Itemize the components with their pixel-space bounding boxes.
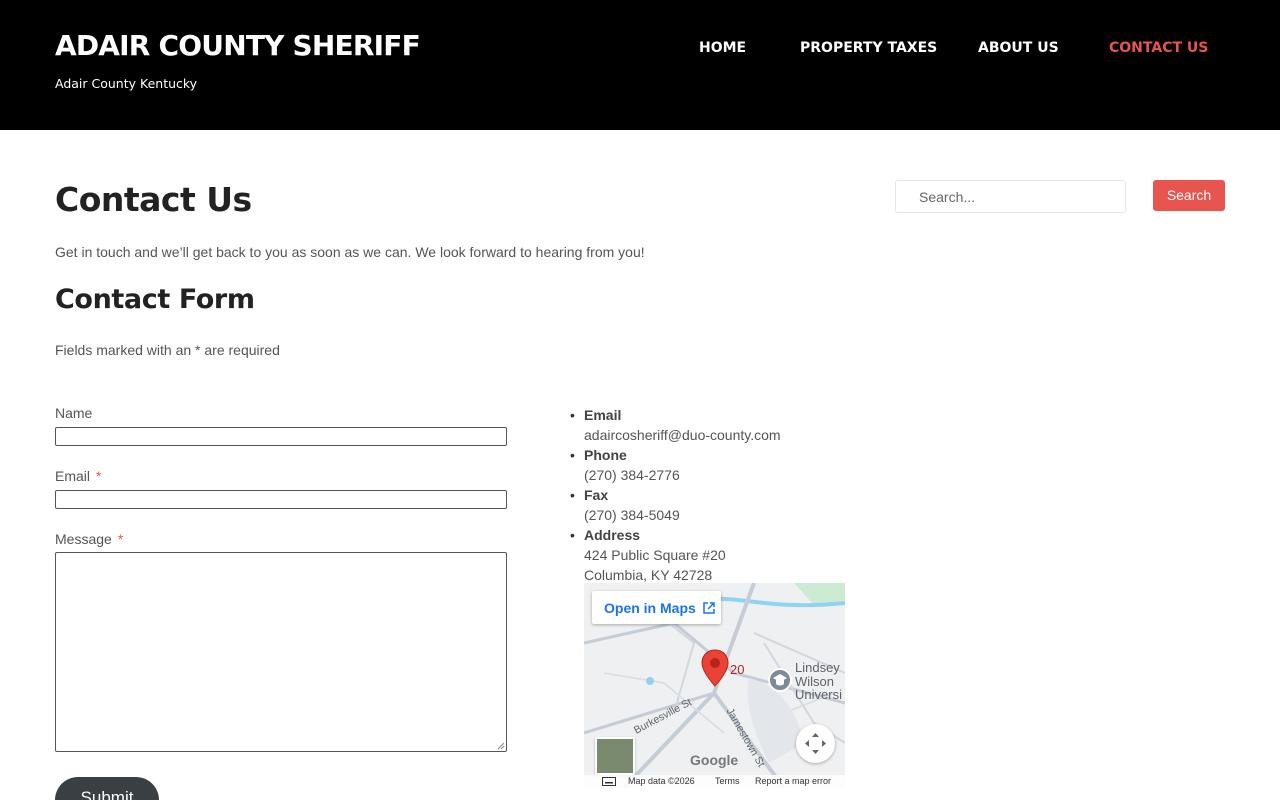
- name-label: Name: [55, 405, 92, 421]
- map-terms-link[interactable]: Terms: [715, 776, 740, 786]
- contact-info-phone: Phone (270) 384-2776: [570, 445, 781, 485]
- fullscreen-icon: [805, 733, 826, 754]
- google-logo-text: Google: [690, 752, 739, 768]
- info-label: Email: [584, 407, 622, 423]
- required-star: *: [96, 468, 102, 484]
- contact-info-email: Email adaircosheriff@duo-county.com: [570, 405, 781, 445]
- email-label: Email *: [55, 468, 101, 484]
- contact-info-address: Address 424 Public Square #20 Columbia, …: [570, 525, 781, 585]
- info-label: Address: [584, 527, 641, 543]
- nav-item-about-us[interactable]: ABOUT US: [978, 40, 1059, 56]
- info-label: Phone: [584, 447, 627, 463]
- required-note: Fields marked with an * are required: [55, 342, 280, 358]
- map-pin-label: 20: [730, 662, 745, 677]
- map-poi-label[interactable]: Lindsey Wilson Universi: [795, 661, 842, 702]
- nav-item-contact-us[interactable]: CONTACT US: [1109, 40, 1208, 56]
- search-input[interactable]: [895, 180, 1126, 213]
- message-label-text: Message: [55, 531, 112, 547]
- map-report-link[interactable]: Report a map error: [755, 776, 831, 786]
- embedded-map[interactable]: Open in Maps 20 Lindsey Wilson Universi …: [584, 583, 845, 788]
- info-value: 424 Public Square #20: [584, 547, 726, 563]
- message-textarea[interactable]: [55, 552, 507, 752]
- map-data-text: Map data ©2026: [628, 776, 695, 786]
- form-title: Contact Form: [55, 284, 255, 315]
- info-value: (270) 384-5049: [584, 507, 680, 523]
- submit-button[interactable]: Submit: [55, 777, 159, 800]
- poi-line: Universi: [795, 687, 842, 702]
- keyboard-icon[interactable]: [602, 777, 616, 786]
- required-star: *: [117, 531, 124, 547]
- site-tagline: Adair County Kentucky: [55, 76, 198, 91]
- site-header: ADAIR COUNTY SHERIFF Adair County Kentuc…: [0, 0, 1280, 130]
- nav-item-property-taxes[interactable]: PROPERTY TAXES: [800, 40, 937, 56]
- info-value[interactable]: (270) 384-2776: [584, 465, 781, 485]
- external-link-icon: [702, 602, 715, 614]
- info-value: Columbia, KY 42728: [584, 567, 713, 583]
- map-pin-icon[interactable]: [701, 649, 729, 687]
- name-label-text: Name: [55, 405, 93, 421]
- contact-info-list: Email adaircosheriff@duo-county.com Phon…: [570, 405, 781, 585]
- resize-grip-icon[interactable]: [497, 742, 505, 750]
- poi-line: Wilson: [795, 673, 835, 689]
- nav-item-home[interactable]: HOME: [699, 40, 746, 56]
- contact-info-fax: Fax (270) 384-5049: [570, 485, 781, 525]
- open-in-maps-button[interactable]: Open in Maps: [592, 591, 721, 624]
- google-logo: Google: [690, 752, 738, 768]
- search-button[interactable]: Search: [1153, 180, 1225, 211]
- poi-line: Lindsey: [795, 660, 840, 675]
- intro-text: Get in touch and we’ll get back to you a…: [55, 244, 645, 260]
- satellite-toggle[interactable]: [595, 737, 635, 775]
- university-icon: [768, 668, 792, 692]
- map-footer: Map data ©2026 Terms Report a map error: [584, 775, 845, 788]
- site-title[interactable]: ADAIR COUNTY SHERIFF: [55, 29, 421, 62]
- info-label: Fax: [584, 487, 609, 503]
- email-input[interactable]: [55, 490, 507, 509]
- email-label-text: Email: [55, 468, 91, 484]
- open-in-maps-label: Open in Maps: [604, 600, 696, 616]
- name-input[interactable]: [55, 427, 507, 446]
- message-label: Message *: [55, 531, 123, 547]
- info-value[interactable]: adaircosheriff@duo-county.com: [584, 425, 781, 445]
- map-fullscreen-button[interactable]: [796, 724, 835, 763]
- page-title: Contact Us: [55, 180, 252, 219]
